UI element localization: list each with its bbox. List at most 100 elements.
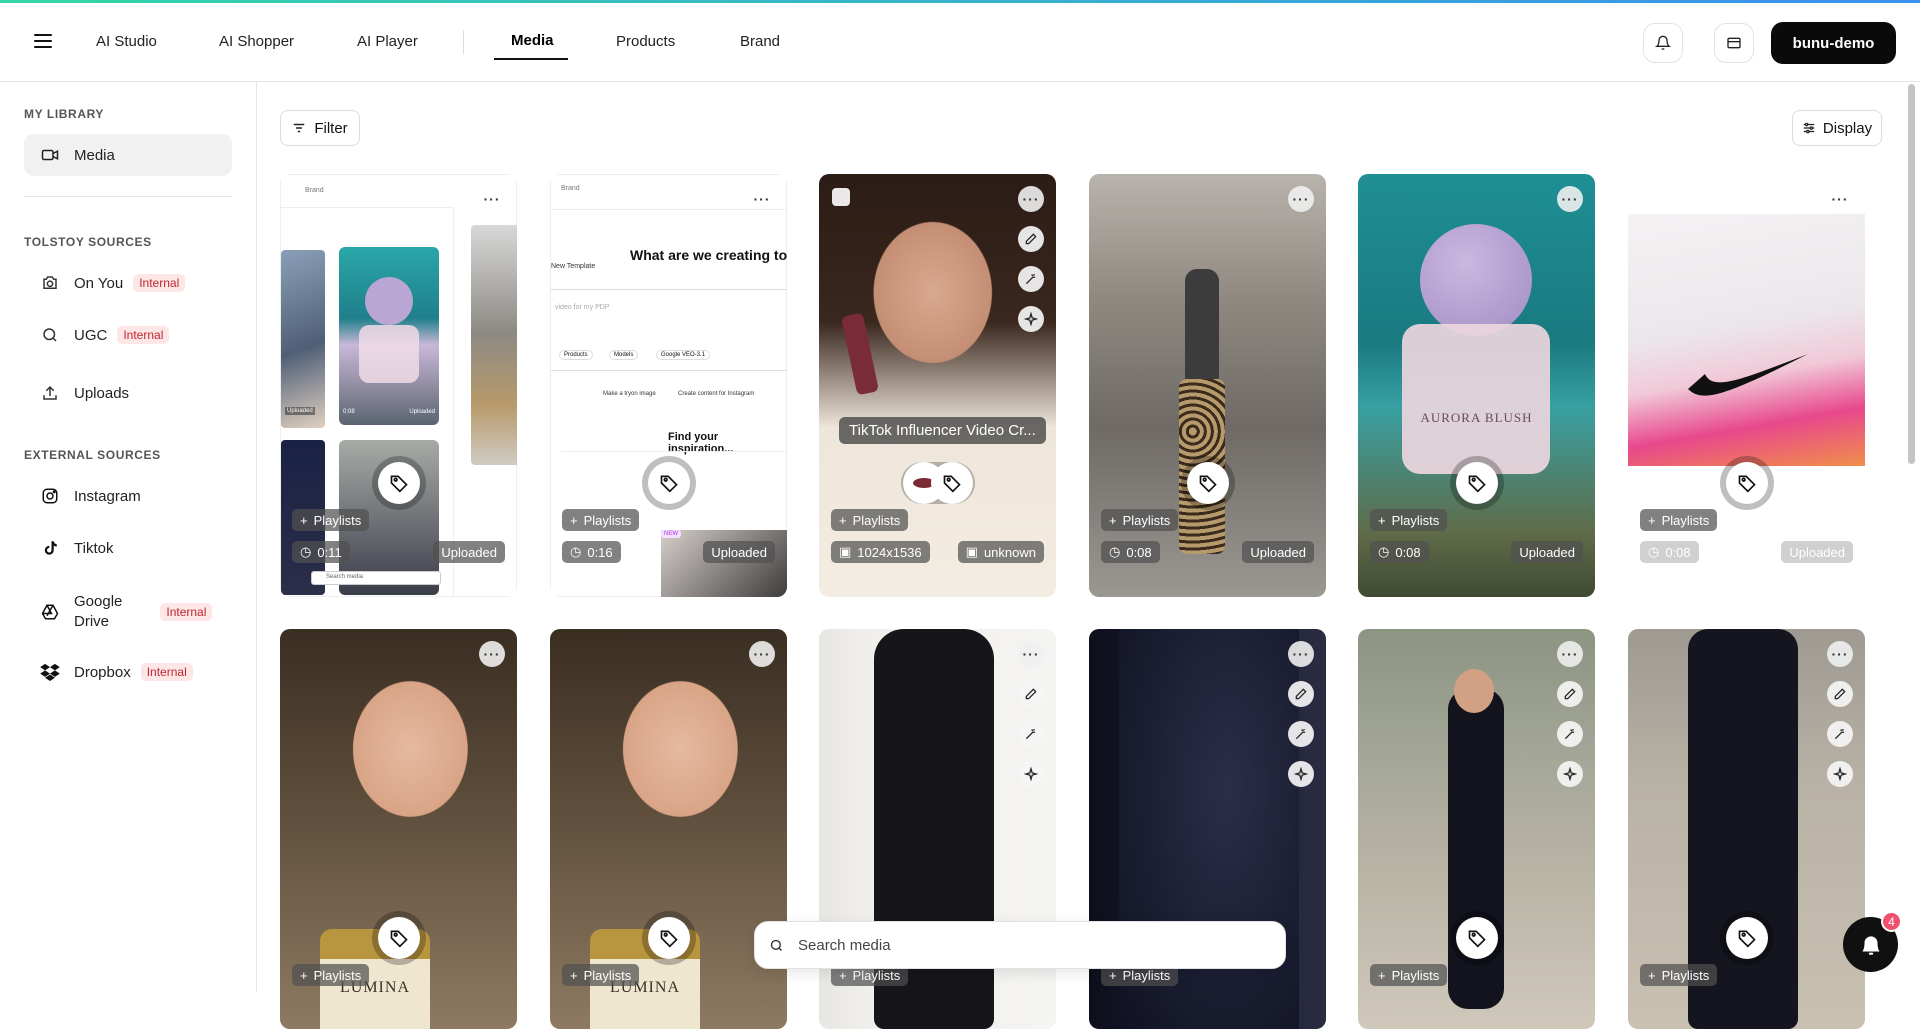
- billing-button[interactable]: [1714, 23, 1754, 63]
- bell-icon: [1655, 35, 1671, 50]
- sidebar-item-google-drive[interactable]: Google Drive Internal: [24, 587, 232, 637]
- media-card[interactable]: ··· + Playlists: [819, 629, 1056, 1029]
- search-icon: [40, 325, 60, 345]
- edit-button[interactable]: [1018, 681, 1044, 707]
- add-to-playlist-button[interactable]: + Playlists: [292, 509, 370, 531]
- media-card[interactable]: ··· + Playlists ◷ 0:08 Uploaded: [1628, 174, 1865, 597]
- sidebar-item-media[interactable]: Media: [24, 134, 232, 176]
- tag-product-button[interactable]: [1726, 462, 1768, 504]
- tag-product-button[interactable]: [1726, 917, 1768, 959]
- ai-enhance-button[interactable]: [1827, 761, 1853, 787]
- media-card[interactable]: LUMINA ··· + Playlists: [280, 629, 517, 1029]
- edit-button[interactable]: [1018, 226, 1044, 252]
- nav-brand[interactable]: Brand: [740, 33, 780, 50]
- more-options-button[interactable]: ···: [1557, 186, 1583, 212]
- ai-enhance-button[interactable]: [1288, 761, 1314, 787]
- media-card[interactable]: Brand 0:08 Uploaded Uploaded Search medi…: [280, 174, 517, 597]
- filter-button[interactable]: Filter: [280, 110, 360, 146]
- add-to-playlist-button[interactable]: + Playlists: [1640, 509, 1718, 531]
- edit-button[interactable]: [1827, 681, 1853, 707]
- add-to-playlist-button[interactable]: + Playlists: [1101, 509, 1179, 531]
- sparkle-icon: [1833, 767, 1847, 781]
- ai-enhance-button[interactable]: [1557, 761, 1583, 787]
- sidebar-item-ugc[interactable]: UGC Internal: [24, 314, 232, 356]
- sparkle-icon: [1563, 767, 1577, 781]
- add-to-playlist-button[interactable]: + Playlists: [1640, 964, 1718, 986]
- more-options-button[interactable]: ···: [1827, 641, 1853, 667]
- media-card[interactable]: AURORA BLUSH ··· + Playlists ◷ 0:08 Upload…: [1358, 174, 1595, 597]
- plus-icon: +: [1109, 967, 1117, 983]
- more-options-button[interactable]: ···: [479, 641, 505, 667]
- nav-media[interactable]: Media: [511, 32, 554, 49]
- media-card[interactable]: ··· + Playlists: [1089, 629, 1326, 1029]
- tag-product-button[interactable]: [1456, 917, 1498, 959]
- filter-label: Filter: [314, 119, 348, 137]
- plus-icon: +: [570, 967, 578, 983]
- sidebar-item-dropbox[interactable]: Dropbox Internal: [24, 651, 232, 693]
- magic-wand-button[interactable]: [1018, 266, 1044, 292]
- nav-products[interactable]: Products: [616, 33, 675, 50]
- more-options-button[interactable]: ···: [749, 186, 775, 212]
- more-options-button[interactable]: ···: [749, 641, 775, 667]
- nav-ai-player[interactable]: AI Player: [357, 33, 418, 50]
- magic-wand-icon: [1295, 728, 1306, 740]
- nav-ai-studio[interactable]: AI Studio: [96, 33, 157, 50]
- tag-product-button[interactable]: [648, 462, 690, 504]
- menu-icon[interactable]: [34, 34, 52, 48]
- scrollbar-thumb[interactable]: [1908, 84, 1915, 464]
- account-button[interactable]: bunu-demo: [1771, 22, 1896, 64]
- notifications-button[interactable]: [1643, 23, 1683, 63]
- edit-button[interactable]: [1557, 681, 1583, 707]
- media-card[interactable]: ··· + Playlists: [1358, 629, 1595, 1029]
- media-card[interactable]: ··· TikTok Influencer Video Cr... + Playl…: [819, 174, 1056, 597]
- more-options-button[interactable]: ···: [1827, 186, 1853, 212]
- select-checkbox[interactable]: [832, 188, 850, 206]
- tag-product-button[interactable]: [1456, 462, 1498, 504]
- add-to-playlist-button[interactable]: + Playlists: [562, 509, 640, 531]
- add-to-playlist-button[interactable]: + Playlists: [1370, 509, 1448, 531]
- tag-product-button[interactable]: [378, 917, 420, 959]
- ai-enhance-button[interactable]: [1018, 761, 1044, 787]
- filter-icon: [294, 123, 305, 133]
- tag-icon: [1468, 930, 1486, 948]
- media-card[interactable]: ··· + Playlists: [1628, 629, 1865, 1029]
- magic-wand-button[interactable]: [1827, 721, 1853, 747]
- media-caption: TikTok Influencer Video Cr...: [839, 417, 1046, 444]
- sidebar-item-instagram[interactable]: Instagram: [24, 475, 232, 517]
- media-card[interactable]: ··· + Playlists ◷ 0:08 Uploaded: [1089, 174, 1326, 597]
- chat-notification-badge: 4: [1881, 911, 1902, 932]
- edit-button[interactable]: [1288, 681, 1314, 707]
- more-options-button[interactable]: ···: [479, 186, 505, 212]
- sidebar-item-on-you[interactable]: On You Internal: [24, 262, 232, 304]
- duration-badge: ◷ 0:08: [1640, 541, 1699, 563]
- add-to-playlist-button[interactable]: + Playlists: [1370, 964, 1448, 986]
- add-to-playlist-button[interactable]: + Playlists: [292, 964, 370, 986]
- source-badge: Uploaded: [1511, 541, 1583, 563]
- tag-product-button[interactable]: [378, 462, 420, 504]
- sidebar-item-uploads[interactable]: Uploads: [24, 372, 232, 414]
- more-options-button[interactable]: ···: [1288, 186, 1314, 212]
- sidebar-item-tiktok[interactable]: Tiktok: [24, 527, 232, 569]
- tag-product-button[interactable]: [931, 462, 973, 504]
- edit-icon: [1295, 688, 1307, 700]
- magic-wand-button[interactable]: [1288, 721, 1314, 747]
- ai-enhance-button[interactable]: [1018, 306, 1044, 332]
- tag-product-button[interactable]: [1187, 462, 1229, 504]
- media-card[interactable]: LUMINA ··· + Playlists: [550, 629, 787, 1029]
- card1-brand-label: Brand: [305, 187, 324, 194]
- add-to-playlist-button[interactable]: + Playlists: [831, 509, 909, 531]
- add-to-playlist-button[interactable]: + Playlists: [562, 964, 640, 986]
- more-options-button[interactable]: ···: [1557, 641, 1583, 667]
- duration-badge: ◷ 0:16: [562, 541, 621, 563]
- display-button[interactable]: Display: [1792, 110, 1882, 146]
- more-options-button[interactable]: ···: [1018, 186, 1044, 212]
- nav-ai-shopper[interactable]: AI Shopper: [219, 33, 294, 50]
- media-card[interactable]: Brand What are we creating to New Templa…: [550, 174, 787, 597]
- more-options-button[interactable]: ···: [1288, 641, 1314, 667]
- magic-wand-button[interactable]: [1557, 721, 1583, 747]
- search-input[interactable]: [798, 936, 1238, 954]
- tag-product-button[interactable]: [648, 917, 690, 959]
- more-options-button[interactable]: ···: [1018, 641, 1044, 667]
- magic-wand-button[interactable]: [1018, 721, 1044, 747]
- template-brand-label: Brand: [561, 185, 580, 192]
